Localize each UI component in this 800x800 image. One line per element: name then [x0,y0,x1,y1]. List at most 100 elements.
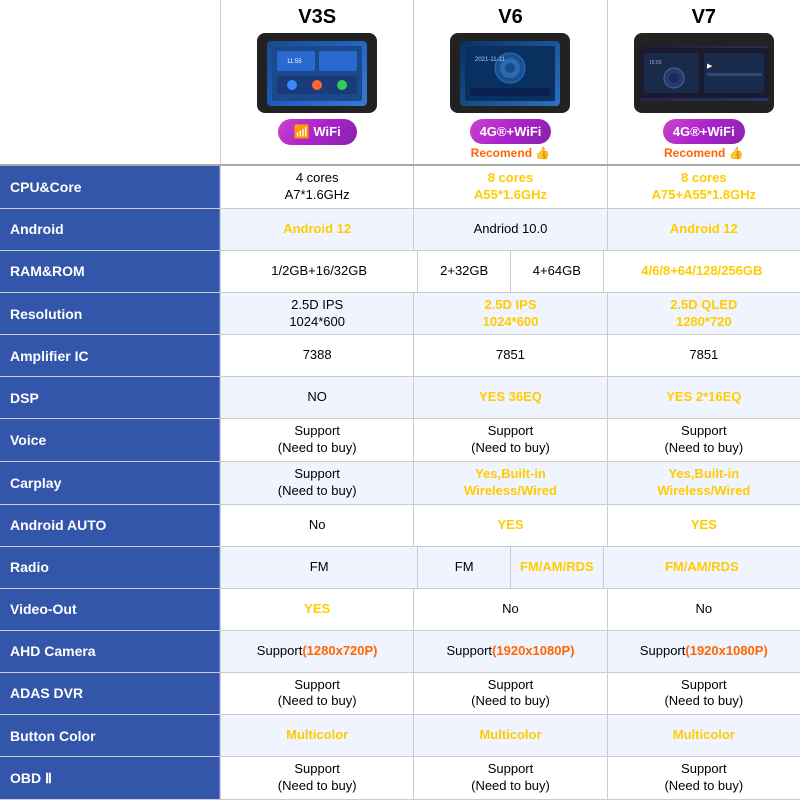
row-android: Android Android 12 Andriod 10.0 Android … [0,209,800,251]
cell-btn-v6: Multicolor [413,715,606,756]
v6-title: V6 [498,6,522,29]
label-carplay: Carplay [0,462,220,504]
v7-title: V7 [692,6,716,29]
cell-auto-v3s: No [220,505,413,546]
cell-amp-v3s: 7388 [220,335,413,376]
svg-text:15:03: 15:03 [649,60,662,66]
cell-cpu-v7: 8 coresA75+A55*1.8GHz [607,166,800,208]
v7-screen: 15:03 ▶ [639,46,769,101]
svg-text:11:55: 11:55 [287,59,302,65]
cell-ram-v3s: 1/2GB+16/32GB [220,251,417,292]
cell-voice-v7: Support(Need to buy) [607,419,800,461]
cell-adas-v6: Support(Need to buy) [413,673,606,715]
row-ahd: AHD Camera Support(1280x720P) Support(19… [0,631,800,673]
cell-obd-v6: Support(Need to buy) [413,757,606,799]
cell-dsp-v6: YES 36EQ [413,377,606,418]
row-radio: Radio FM FM FM/AM/RDS FM/AM/RDS [0,547,800,589]
svg-text:▶: ▶ [707,63,713,70]
label-obd: OBD Ⅱ [0,757,220,799]
v6-device-image: 2021-11-11 [450,33,570,113]
label-ram: RAM&ROM [0,251,220,292]
cell-voice-v3s: Support(Need to buy) [220,419,413,461]
label-adas: ADAS DVR [0,673,220,715]
cell-video-v6: No [413,589,606,630]
label-dsp: DSP [0,377,220,418]
row-android-auto: Android AUTO No YES YES [0,505,800,547]
label-amplifier: Amplifier IC [0,335,220,376]
svg-text:2021-11-11: 2021-11-11 [475,57,505,63]
row-voice: Voice Support(Need to buy) Support(Need … [0,419,800,462]
row-resolution: Resolution 2.5D IPS1024*600 2.5D IPS1024… [0,293,800,336]
cell-ahd-v7: Support(1920x1080P) [607,631,800,672]
cell-ram-v6a: 2+32GB [418,251,511,292]
row-button-color: Button Color Multicolor Multicolor Multi… [0,715,800,757]
cell-radio-v6b: FM/AM/RDS [511,547,603,588]
cell-ahd-v3s: Support(1280x720P) [220,631,413,672]
label-voice: Voice [0,419,220,461]
cell-ram-v7: 4/6/8+64/128/256GB [603,251,800,292]
v6-4g-badge: 4G®+WiFi [470,119,552,144]
v7-screen-svg: 15:03 ▶ [639,48,769,98]
v6-screen-svg: 2021-11-11 [465,46,555,101]
row-carplay: Carplay Support(Need to buy) Yes,Built-i… [0,462,800,505]
cell-btn-v3s: Multicolor [220,715,413,756]
cell-cpu-v6: 8 coresA55*1.6GHz [413,166,606,208]
row-dsp: DSP NO YES 36EQ YES 2*16EQ [0,377,800,419]
cell-android-v3s: Android 12 [220,209,413,250]
header-v3s: V3S 11:55 📶 WiFi [220,0,413,164]
cell-dsp-v3s: NO [220,377,413,418]
cell-ram-v6-split: 2+32GB 4+64GB [417,251,602,292]
cell-carplay-v6: Yes,Built-inWireless/Wired [413,462,606,504]
header-v6: V6 2021-11-11 4G®+WiFi Recomend 👍 [413,0,606,164]
label-android: Android [0,209,220,250]
row-obd: OBD Ⅱ Support(Need to buy) Support(Need … [0,757,800,800]
row-ram: RAM&ROM 1/2GB+16/32GB 2+32GB 4+64GB 4/6/… [0,251,800,293]
label-radio: Radio [0,547,220,588]
cell-auto-v7: YES [607,505,800,546]
v6-recommend: Recomend 👍 [471,146,551,160]
label-button-color: Button Color [0,715,220,756]
table-body: CPU&Core 4 coresA7*1.6GHz 8 coresA55*1.6… [0,166,800,800]
v7-device-image: 15:03 ▶ [634,33,774,113]
cell-android-v7: Android 12 [607,209,800,250]
cell-adas-v3s: Support(Need to buy) [220,673,413,715]
cell-android-v6: Andriod 10.0 [413,209,606,250]
label-video-out: Video-Out [0,589,220,630]
cell-res-v7: 2.5D QLED1280*720 [607,293,800,335]
cell-video-v7: No [607,589,800,630]
cell-carplay-v3s: Support(Need to buy) [220,462,413,504]
v3s-title: V3S [298,6,336,29]
v7-4g-badge: 4G®+WiFi [663,119,745,144]
cell-amp-v6: 7851 [413,335,606,376]
cell-radio-v7: FM/AM/RDS [603,547,800,588]
cell-radio-v6a: FM [418,547,511,588]
cell-video-v3s: YES [220,589,413,630]
cell-voice-v6: Support(Need to buy) [413,419,606,461]
cell-dsp-v7: YES 2*16EQ [607,377,800,418]
v3s-screen: 11:55 [267,41,367,106]
v3s-wifi-badge: 📶 WiFi [278,119,357,145]
label-resolution: Resolution [0,293,220,335]
header-v7: V7 15:03 ▶ 4G®+WiFi [607,0,800,164]
row-adas: ADAS DVR Support(Need to buy) Support(Ne… [0,673,800,716]
v6-screen: 2021-11-11 [460,41,560,106]
header-label-spacer [0,0,220,164]
cell-radio-v3s: FM [220,547,417,588]
cell-radio-v6-split: FM FM/AM/RDS [417,547,602,588]
cell-ahd-v6: Support(1920x1080P) [413,631,606,672]
cell-obd-v3s: Support(Need to buy) [220,757,413,799]
v3s-device-image: 11:55 [257,33,377,113]
cell-res-v6: 2.5D IPS1024*600 [413,293,606,335]
cell-obd-v7: Support(Need to buy) [607,757,800,799]
cell-amp-v7: 7851 [607,335,800,376]
cell-carplay-v7: Yes,Built-inWireless/Wired [607,462,800,504]
cell-btn-v7: Multicolor [607,715,800,756]
comparison-table: V3S 11:55 📶 WiFi [0,0,800,800]
header-row: V3S 11:55 📶 WiFi [0,0,800,166]
row-video-out: Video-Out YES No No [0,589,800,631]
label-ahd: AHD Camera [0,631,220,672]
cell-cpu-v3s: 4 coresA7*1.6GHz [220,166,413,208]
cell-adas-v7: Support(Need to buy) [607,673,800,715]
v3s-screen-svg: 11:55 [272,46,362,101]
v7-recommend: Recomend 👍 [664,146,744,160]
